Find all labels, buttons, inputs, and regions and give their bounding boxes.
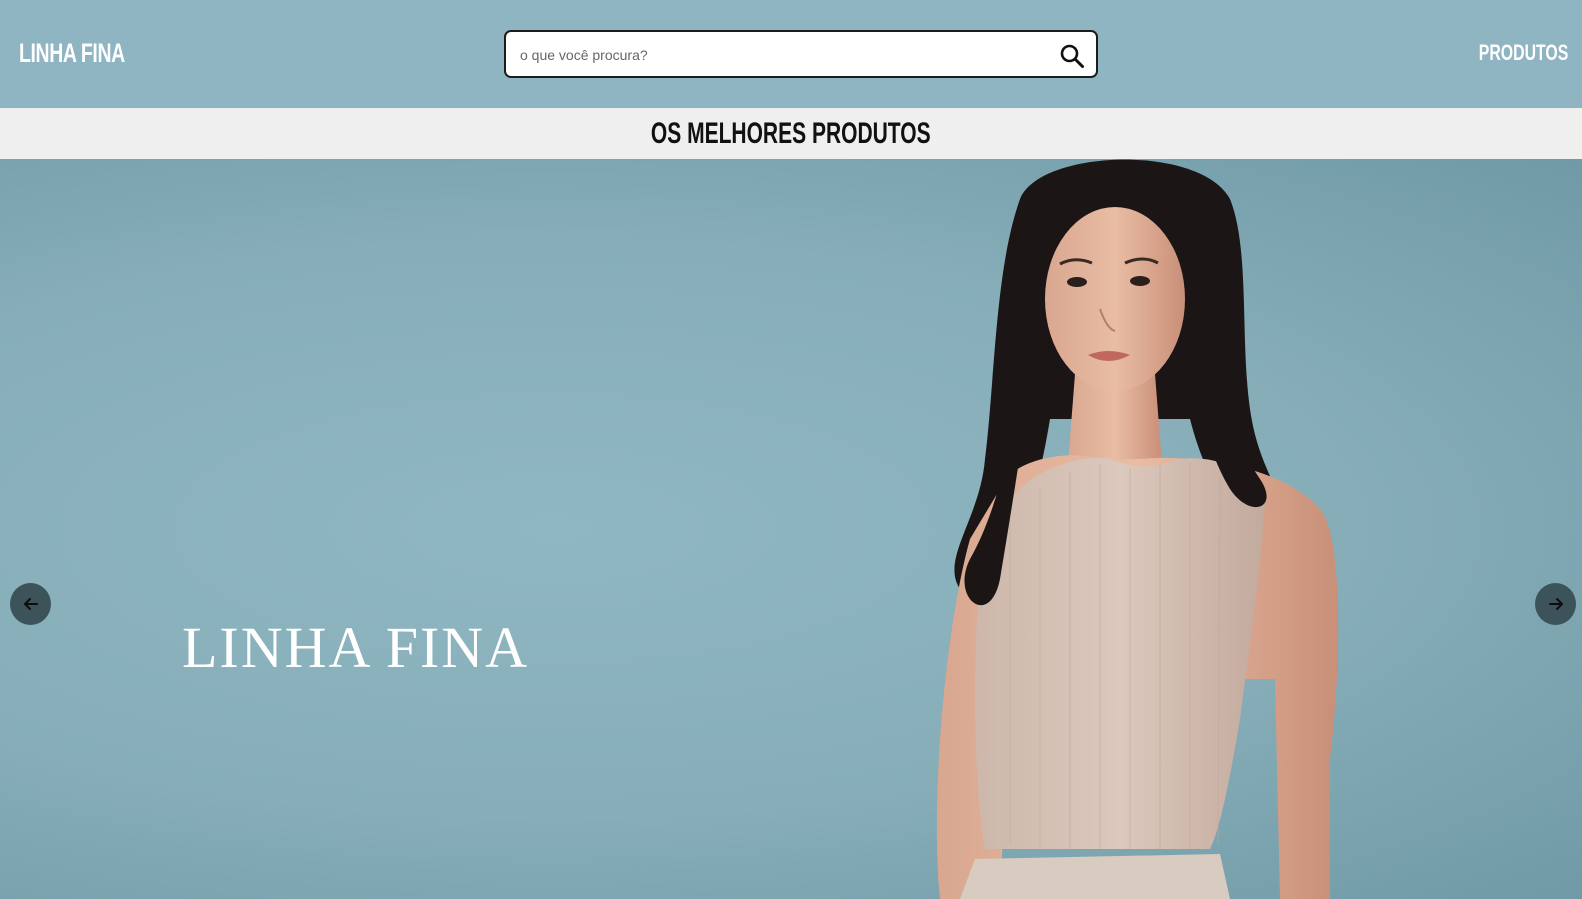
hero-carousel: LINHA FINA xyxy=(0,159,1582,899)
arrow-left-icon xyxy=(23,598,38,610)
search-bar xyxy=(504,30,1098,78)
carousel-prev-button[interactable] xyxy=(10,583,51,625)
nav-link-produtos[interactable]: PRODUTOS xyxy=(1479,38,1568,68)
site-header: LINHA FINA PRODUTOS xyxy=(0,0,1582,108)
hero-brand-text: LINHA FINA xyxy=(182,615,530,680)
search-input[interactable] xyxy=(520,44,1040,66)
model-photo xyxy=(936,159,1339,899)
arrow-right-icon xyxy=(1548,598,1563,610)
search-icon xyxy=(1060,44,1084,68)
section-title: OS MELHORES PRODUTOS xyxy=(651,116,931,150)
search-button[interactable] xyxy=(1058,42,1086,70)
site-logo[interactable]: LINHA FINA xyxy=(19,36,125,70)
section-banner: OS MELHORES PRODUTOS xyxy=(0,108,1582,159)
carousel-next-button[interactable] xyxy=(1535,583,1576,625)
